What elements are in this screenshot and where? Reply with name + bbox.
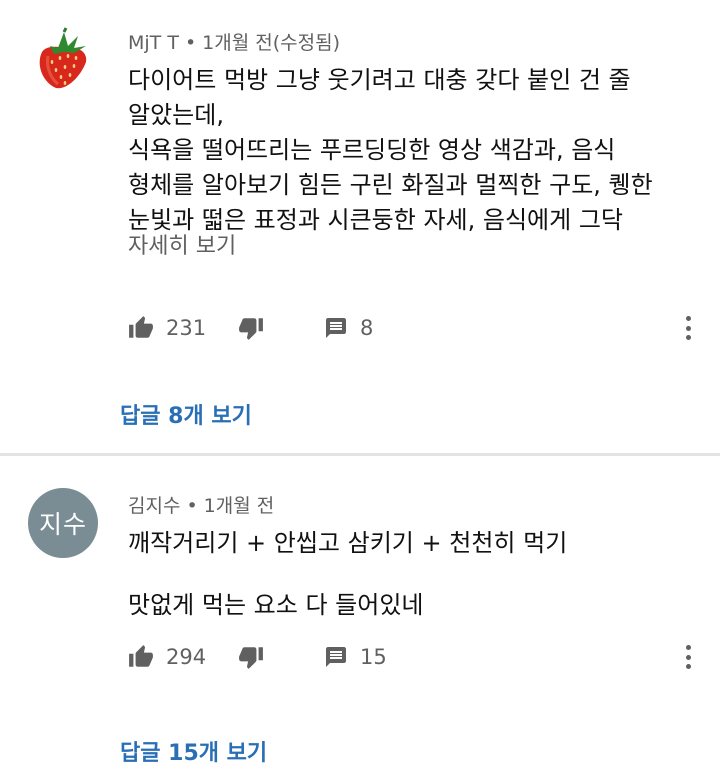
- avatar[interactable]: [28, 26, 98, 96]
- divider: [0, 453, 720, 456]
- avatar-initials: 지수: [38, 510, 87, 539]
- comment-time: 1개월 전(수정됨): [202, 32, 340, 54]
- reply-count: 8: [360, 316, 374, 340]
- comment-body: 깨작거리기 + 안씹고 삼키기 + 천천히 먹기 맛없게 먹는 요소 다 들어있…: [128, 527, 703, 621]
- like-count: 294: [166, 645, 207, 669]
- comment-text-line: 알았는데,: [128, 101, 224, 129]
- comment-author[interactable]: 김지수: [128, 495, 180, 517]
- comment-item: 지수 김지수 • 1개월 전 깨작거리기 + 안씹고 삼키기 + 천천히 먹기 맛없…: [0, 457, 720, 774]
- read-more-link[interactable]: 자세히 보기: [128, 228, 236, 260]
- comment-item: MjT T • 1개월 전(수정됨) 다이어트 먹방 그냥 웃기려고 대충 갖다 붙…: [0, 0, 720, 455]
- strawberry-icon: [39, 27, 87, 89]
- comment-meta: 김지수 • 1개월 전: [128, 491, 274, 518]
- like-button[interactable]: 294: [128, 637, 206, 677]
- dislike-button[interactable]: [238, 637, 264, 677]
- thumbs-down-icon: [239, 647, 263, 669]
- comment-icon: [326, 647, 346, 667]
- more-options-icon[interactable]: [676, 312, 700, 344]
- comment-author[interactable]: MjT T: [128, 32, 179, 54]
- thumbs-up-icon: [129, 645, 153, 667]
- comment-text-line: 형체를 알아보기 힘든 구린 화질과 멀찍한 구도, 퀭한: [128, 171, 653, 199]
- comment-text-line: 다이어트 먹방 그냥 웃기려고 대충 갖다 붙인 건 줄: [128, 66, 631, 94]
- more-options-icon[interactable]: [676, 641, 700, 673]
- comment-actions: 231 8: [128, 308, 708, 348]
- reply-button[interactable]: 8: [324, 308, 373, 348]
- reply-button[interactable]: 15: [324, 637, 387, 677]
- like-button[interactable]: 231: [128, 308, 206, 348]
- comment-text-line: 깨작거리기 + 안씹고 삼키기 + 천천히 먹기: [128, 529, 568, 557]
- thumbs-down-icon: [239, 318, 263, 340]
- thumbs-up-icon: [129, 316, 153, 338]
- comment-text-line: 맛없게 먹는 요소 다 들어있네: [128, 591, 424, 619]
- dislike-button[interactable]: [238, 308, 264, 348]
- comment-meta: MjT T • 1개월 전(수정됨): [128, 28, 340, 55]
- comment-body: 다이어트 먹방 그냥 웃기려고 대충 갖다 붙인 건 줄 알았는데, 식욕을 떨…: [128, 63, 703, 238]
- comment-actions: 294 15: [128, 637, 708, 677]
- reply-count: 15: [360, 645, 387, 669]
- like-count: 231: [166, 316, 207, 340]
- comment-icon: [326, 318, 346, 338]
- meta-separator: •: [184, 32, 197, 54]
- comment-text-line: 식욕을 떨어뜨리는 푸르딩딩한 영상 색감과, 음식: [128, 136, 616, 164]
- view-replies-link[interactable]: 답글 8개 보기: [120, 398, 252, 430]
- comment-time: 1개월 전: [203, 495, 275, 517]
- view-replies-link[interactable]: 답글 15개 보기: [120, 735, 267, 767]
- meta-separator: •: [186, 495, 198, 517]
- avatar[interactable]: 지수: [28, 488, 98, 558]
